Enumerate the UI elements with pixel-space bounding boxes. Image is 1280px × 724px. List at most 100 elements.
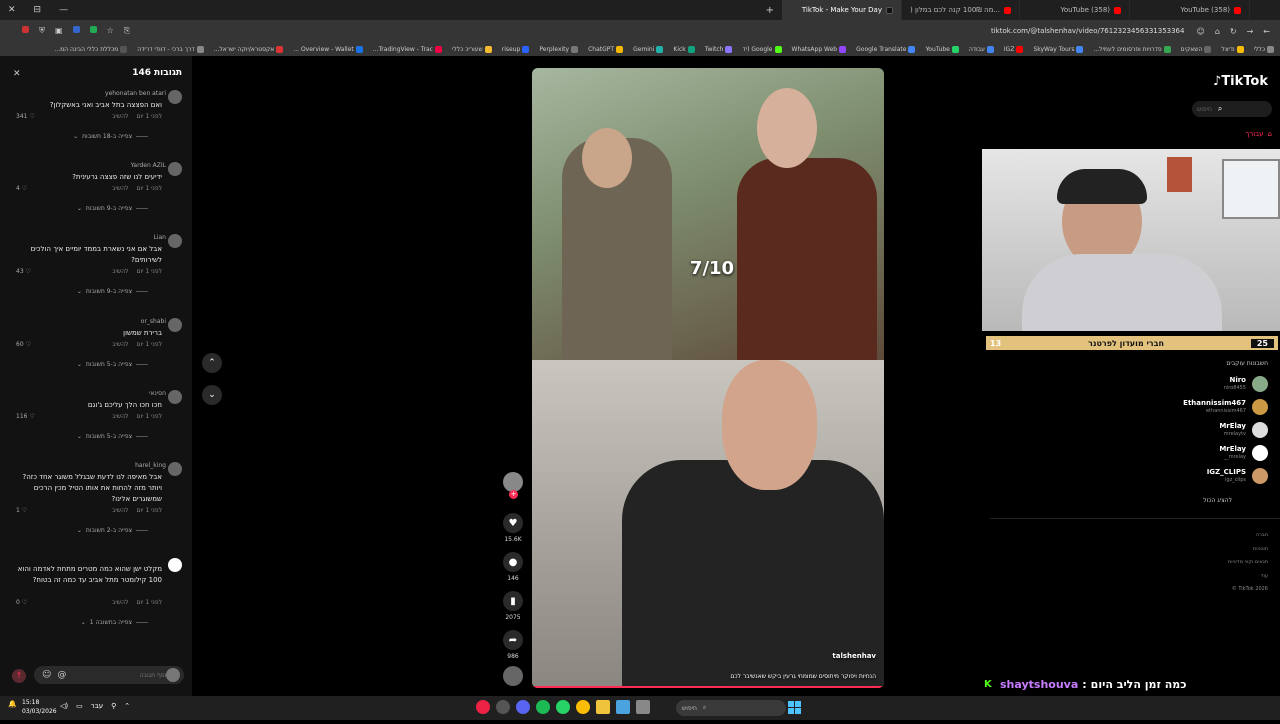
start-button[interactable] [788, 701, 801, 714]
reply-button[interactable]: להשיב [112, 599, 128, 606]
bookmark-item[interactable]: SkyWay Tours [1033, 45, 1084, 53]
footer-link[interactable]: עוד [1228, 570, 1268, 584]
app-icon[interactable] [496, 700, 510, 714]
discord-icon[interactable] [516, 700, 530, 714]
language-indicator[interactable]: עבר [91, 702, 103, 710]
extension-icon[interactable]: ⛨ [39, 26, 45, 36]
footer-link[interactable]: תנאים וקווי מדיניות [1228, 556, 1268, 570]
back-icon[interactable]: ← [1263, 27, 1270, 36]
bookmark-item[interactable]: Google Translate [856, 45, 916, 53]
comment-like-button[interactable]: 60 ♡ [16, 341, 31, 348]
minimize-icon[interactable]: — [59, 5, 68, 15]
bookmark-item[interactable]: riseup [502, 45, 530, 53]
reply-button[interactable]: להשיב [112, 341, 128, 348]
bookmark-item[interactable]: השאקים [1181, 45, 1212, 53]
reply-button[interactable]: להשיב [112, 185, 128, 192]
tray-expand-icon[interactable]: ⌃ [124, 702, 130, 710]
view-replies-button[interactable]: צפייה ב-18 תשובות ⌄ [73, 133, 148, 140]
view-replies-button[interactable]: צפייה ב-9 תשובות ⌄ [77, 205, 148, 212]
reply-button[interactable]: להשיב [112, 113, 128, 120]
share-button[interactable]: ➦ 986 [498, 630, 528, 660]
video-author[interactable]: talshenhav [832, 652, 876, 660]
following-account[interactable]: Ethannissim467 ethannissim467 [1183, 399, 1268, 415]
forward-icon[interactable]: → [1247, 27, 1254, 36]
bookmark-item[interactable]: Overview - Wallet ... [293, 45, 363, 53]
following-account[interactable]: MrElay mrelaytv [1219, 422, 1268, 438]
following-account[interactable]: Niro niro8455 [1224, 376, 1268, 392]
notification-icon[interactable]: 🔔 [8, 700, 17, 708]
profile-icon[interactable]: ☺ [1196, 27, 1204, 36]
tab-youtube-video[interactable]: ...מה 100₪ קנה לכם במלון (358) [902, 0, 1020, 20]
view-replies-button[interactable]: צפייה ב-9 תשובות ⌄ [77, 288, 148, 295]
view-replies-button[interactable]: צפייה ב-5 תשובות ⌄ [77, 433, 148, 440]
comment-button[interactable]: ● 146 [498, 552, 528, 582]
extension-icon[interactable]: ▣ [55, 26, 63, 36]
view-replies-button[interactable]: צפייה ב-5 תשובות ⌄ [77, 361, 148, 368]
close-window-icon[interactable]: ✕ [8, 5, 16, 15]
bookmark-item[interactable]: Gemini [633, 45, 664, 53]
bookmark-item[interactable]: TradingView - Trac... [373, 45, 442, 53]
bookmark-item[interactable]: Perplexity [539, 45, 579, 53]
tab-youtube-1[interactable]: YouTube (358) [1020, 0, 1130, 20]
commenter-avatar[interactable] [168, 390, 182, 404]
whatsapp-icon[interactable] [556, 700, 570, 714]
address-bar[interactable]: tiktok.com/@talshenhav/video/76123234563… [991, 27, 1197, 35]
window-menu-icon[interactable]: ⊟ [34, 5, 42, 15]
following-account[interactable]: MrElay __mrelay [1219, 445, 1268, 461]
extension-icon[interactable] [72, 26, 80, 33]
emoji-icon[interactable]: ☺ [42, 670, 51, 680]
install-app-icon[interactable]: ⎘ [124, 26, 130, 36]
bookmark-button[interactable]: ▮ 2075 [498, 591, 528, 621]
close-comments-icon[interactable]: ✕ [13, 69, 21, 79]
reply-button[interactable]: להשיב [112, 268, 128, 275]
volume-icon[interactable]: ◁) [60, 702, 68, 710]
mic-icon[interactable]: ⚲ [111, 702, 116, 710]
commenter-avatar[interactable] [168, 234, 182, 248]
commenter-avatar[interactable] [168, 462, 182, 476]
commenter-avatar[interactable] [168, 558, 182, 572]
author-avatar-button[interactable]: + [498, 472, 528, 499]
app-icon[interactable] [476, 700, 490, 714]
bookmark-item[interactable]: Twitch [705, 45, 733, 53]
comment-like-button[interactable]: 4 ♡ [16, 185, 27, 192]
bookmark-item[interactable]: Google (יד [742, 45, 782, 53]
bookmark-star-icon[interactable]: ☆ [107, 26, 114, 36]
view-replies-button[interactable]: צפייה ב-2 תשובות ⌄ [77, 527, 148, 534]
bookmark-item[interactable]: IGZ [1004, 45, 1024, 53]
extension-icon[interactable] [22, 26, 29, 33]
bookmark-item[interactable]: כללי [1254, 45, 1274, 53]
bookmark-item[interactable]: פדרויות ופרסומים לעמיל... [1093, 45, 1171, 53]
comment-like-button[interactable]: 1 ♡ [16, 507, 27, 514]
footer-link[interactable]: תוכניות [1228, 543, 1268, 557]
send-comment-button[interactable]: ↑ [12, 669, 26, 683]
commenter-name[interactable]: Yarden AZIL [131, 162, 166, 169]
search-input[interactable]: ⌕ חיפוש [1192, 101, 1272, 117]
bookmark-item[interactable]: מכללת כללי הבינה המ... [54, 45, 128, 53]
new-tab-button[interactable]: + [758, 5, 782, 16]
previous-video-button[interactable]: ⌃ [202, 353, 222, 373]
network-icon[interactable]: ▭ [76, 702, 83, 710]
bookmark-item[interactable]: שעוריכ כללי [452, 45, 492, 53]
reload-icon[interactable]: ↻ [1230, 27, 1237, 36]
comment-input[interactable]: ☺ @ הוסף תגובה... [34, 666, 184, 684]
tab-youtube-2[interactable]: YouTube (358) [1130, 0, 1250, 20]
home-icon[interactable]: ⌂ [1215, 27, 1220, 36]
spotify-icon[interactable] [536, 700, 550, 714]
bookmark-item[interactable]: ChatGPT [588, 45, 624, 53]
reply-button[interactable]: להשיב [112, 507, 128, 514]
extension-icon[interactable] [89, 26, 97, 33]
chrome-icon[interactable] [576, 700, 590, 714]
comment-like-button[interactable]: 116 ♡ [16, 413, 35, 420]
comment-like-button[interactable]: 341 ♡ [16, 113, 35, 120]
commenter-name[interactable]: or_shabi [141, 318, 166, 325]
comment-like-button[interactable]: 43 ♡ [16, 268, 31, 275]
bookmark-item[interactable]: WhatsApp Web [792, 45, 847, 53]
app-icon[interactable] [616, 700, 630, 714]
view-replies-button[interactable]: צפייה בתשובה 1 ⌄ [81, 619, 148, 626]
next-video-button[interactable]: ⌄ [202, 385, 222, 405]
commenter-name[interactable]: harel_king [135, 462, 166, 469]
bookmark-item[interactable]: אקסטרא/יוקה ישראל... [214, 45, 284, 53]
bookmark-item[interactable]: Kick [673, 45, 695, 53]
bookmark-item[interactable]: דרך ברכי - דוודי דרידה [137, 45, 204, 53]
nav-for-you[interactable]: ⌂ עבורך [1246, 130, 1273, 138]
